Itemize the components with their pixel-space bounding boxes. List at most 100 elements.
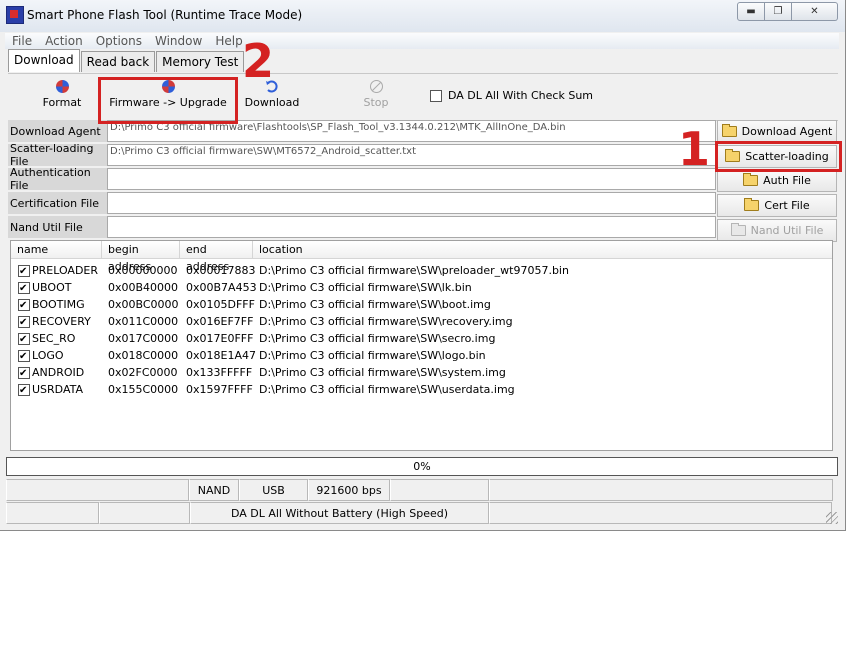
row-end-address: 0x018E1A47 bbox=[186, 349, 256, 362]
table-row[interactable]: LOGO 0x018C0000 0x018E1A47D:\Primo C3 offi… bbox=[11, 347, 832, 365]
row-checkbox-box[interactable] bbox=[18, 365, 30, 382]
table-row[interactable]: ANDROID 0x02FC0000 0x133FFFFF D:\Primo C3 o… bbox=[11, 364, 832, 382]
row-checkbox-box[interactable] bbox=[18, 382, 30, 399]
auth-file-button-label: Auth File bbox=[763, 174, 811, 187]
cert-field[interactable] bbox=[107, 192, 716, 214]
menu-action[interactable]: Action bbox=[38, 34, 89, 48]
row-name: LOGO bbox=[32, 349, 64, 362]
scatter-row: Scatter-loading File D:\Primo C3 officia… bbox=[8, 142, 716, 168]
row-begin-address: 0x00B40000 bbox=[108, 281, 179, 294]
row-checkbox-box[interactable] bbox=[18, 263, 30, 280]
menu-options[interactable]: Options bbox=[89, 34, 148, 48]
table-row[interactable]: UBOOT 0x00B40000 0x00B7A453D:\Primo C3 off… bbox=[11, 279, 832, 297]
table-row[interactable]: SEC_RO 0x017C0000 0x017E0FFF D:\Primo C3 of… bbox=[11, 330, 832, 348]
download-agent-label: Download Agent bbox=[8, 120, 109, 142]
row-end-address: 0x016EF7FF bbox=[186, 315, 254, 328]
resize-grip-icon[interactable] bbox=[826, 512, 838, 524]
table-row[interactable]: USRDATA 0x155C0000 0x1597FFFF D:\Primo C3 o… bbox=[11, 381, 832, 399]
checksum-checkbox[interactable] bbox=[430, 89, 442, 102]
tab-download[interactable]: Download bbox=[8, 49, 80, 72]
row-end-address: 0x00B7A453 bbox=[186, 281, 257, 294]
nand-util-file-button[interactable]: Nand Util File bbox=[717, 219, 837, 242]
tab-read-back[interactable]: Read back bbox=[80, 51, 156, 72]
row-location: D:\Primo C3 official firmware\SW\preload… bbox=[259, 264, 569, 277]
auth-label: Authentication File bbox=[8, 166, 109, 192]
status-cell-empty bbox=[489, 479, 833, 501]
row-checkbox-box[interactable] bbox=[18, 314, 30, 331]
stop-button[interactable]: Stop bbox=[356, 78, 396, 118]
status-bar-top: NAND USB 921600 bps bbox=[6, 479, 833, 501]
row-end-address: 0x1597FFFF bbox=[186, 383, 253, 396]
row-location: D:\Primo C3 official firmware\SW\boot.im… bbox=[259, 298, 491, 311]
status-mode: DA DL All Without Battery (High Speed) bbox=[190, 502, 489, 524]
row-checkbox-box[interactable] bbox=[18, 348, 30, 365]
app-icon bbox=[6, 6, 24, 24]
header-end-address[interactable]: end address bbox=[180, 241, 253, 273]
status-port: USB bbox=[239, 479, 308, 501]
close-icon: ✕ bbox=[810, 6, 819, 17]
cert-row: Certification File bbox=[8, 192, 716, 214]
row-begin-address: 0x018C0000 bbox=[108, 349, 179, 362]
row-location: D:\Primo C3 official firmware\SW\logo.bi… bbox=[259, 349, 486, 362]
folder-icon bbox=[721, 124, 737, 137]
tab-memory-test[interactable]: Memory Test bbox=[156, 51, 245, 72]
scatter-field[interactable]: D:\Primo C3 official firmware\SW\MT6572_… bbox=[107, 144, 716, 166]
restore-icon: ❐ bbox=[773, 6, 783, 17]
folder-icon bbox=[743, 173, 759, 186]
header-name[interactable]: name bbox=[11, 241, 102, 258]
menu-window[interactable]: Window bbox=[148, 34, 208, 48]
folder-icon bbox=[730, 223, 746, 236]
window-title: Smart Phone Flash Tool (Runtime Trace Mo… bbox=[27, 8, 303, 22]
row-checkbox-box[interactable] bbox=[18, 331, 30, 348]
checksum-label: DA DL All With Check Sum bbox=[448, 89, 594, 102]
status-baud: 921600 bps bbox=[308, 479, 390, 501]
minimize-button[interactable]: ▬ bbox=[737, 2, 765, 21]
row-begin-address: 0x155C0000 bbox=[108, 383, 179, 396]
stop-icon bbox=[369, 80, 383, 93]
row-begin-address: 0x02FC0000 bbox=[108, 366, 178, 379]
table-row[interactable]: BOOTIMG 0x00BC0000 0x0105DFFF D:\Primo C3 o… bbox=[11, 296, 832, 314]
cert-file-button[interactable]: Cert File bbox=[717, 194, 837, 217]
row-location: D:\Primo C3 official firmware\SW\userdat… bbox=[259, 383, 515, 396]
auth-field[interactable] bbox=[107, 168, 716, 190]
scatter-label: Scatter-loading File bbox=[8, 142, 109, 168]
annotation-box-firmware-upgrade bbox=[98, 77, 238, 124]
nand-util-file-button-label: Nand Util File bbox=[750, 224, 824, 237]
row-location: D:\Primo C3 official firmware\SW\system.… bbox=[259, 366, 506, 379]
row-end-address: 0x0105DFFF bbox=[186, 298, 255, 311]
auth-file-button[interactable]: Auth File bbox=[717, 169, 837, 192]
status-cell-empty bbox=[6, 502, 99, 524]
nand-field[interactable] bbox=[107, 216, 716, 238]
table-header: name begin address end address location bbox=[11, 241, 832, 273]
status-cell-empty bbox=[99, 502, 190, 524]
header-location[interactable]: location bbox=[253, 241, 832, 258]
format-button[interactable]: Format bbox=[38, 78, 86, 118]
close-button[interactable]: ✕ bbox=[792, 2, 838, 21]
tab-strip: Download Read back Memory Test bbox=[8, 49, 245, 73]
row-name: PRELOADER bbox=[32, 264, 99, 277]
row-location: D:\Primo C3 official firmware\SW\secro.i… bbox=[259, 332, 496, 345]
row-begin-address: 0x011C0000 bbox=[108, 315, 179, 328]
row-checkbox-box[interactable] bbox=[18, 280, 30, 297]
row-checkbox-box[interactable] bbox=[18, 297, 30, 314]
menu-file[interactable]: File bbox=[5, 34, 38, 48]
table-row[interactable]: RECOVERY 0x011C0000 0x016EF7FF D:\Primo C3 … bbox=[11, 313, 832, 331]
table-row[interactable]: PRELOADER 0x00000000 0x00017883D:\Primo C3… bbox=[11, 262, 832, 280]
status-bar-bottom: DA DL All Without Battery (High Speed) bbox=[6, 502, 832, 524]
row-location: D:\Primo C3 official firmware\SW\recover… bbox=[259, 315, 513, 328]
checksum-option[interactable]: DA DL All With Check Sum bbox=[430, 89, 593, 102]
row-name: BOOTIMG bbox=[32, 298, 85, 311]
header-begin-address[interactable]: begin address bbox=[102, 241, 180, 273]
annotation-number-two: 2 bbox=[242, 34, 275, 88]
annotation-number-one: 1 bbox=[678, 122, 711, 176]
row-end-address: 0x00017883 bbox=[186, 264, 256, 277]
row-name: USRDATA bbox=[32, 383, 84, 396]
nand-label: Nand Util File bbox=[8, 216, 109, 238]
caption-buttons: ▬ ❐ ✕ bbox=[737, 2, 838, 21]
row-location: D:\Primo C3 official firmware\SW\lk.bin bbox=[259, 281, 472, 294]
row-end-address: 0x133FFFFF bbox=[186, 366, 253, 379]
maximize-button[interactable]: ❐ bbox=[765, 2, 792, 21]
annotation-box-scatter-loading bbox=[715, 141, 842, 172]
stop-label: Stop bbox=[363, 96, 389, 109]
download-agent-button[interactable]: Download Agent bbox=[717, 120, 837, 143]
